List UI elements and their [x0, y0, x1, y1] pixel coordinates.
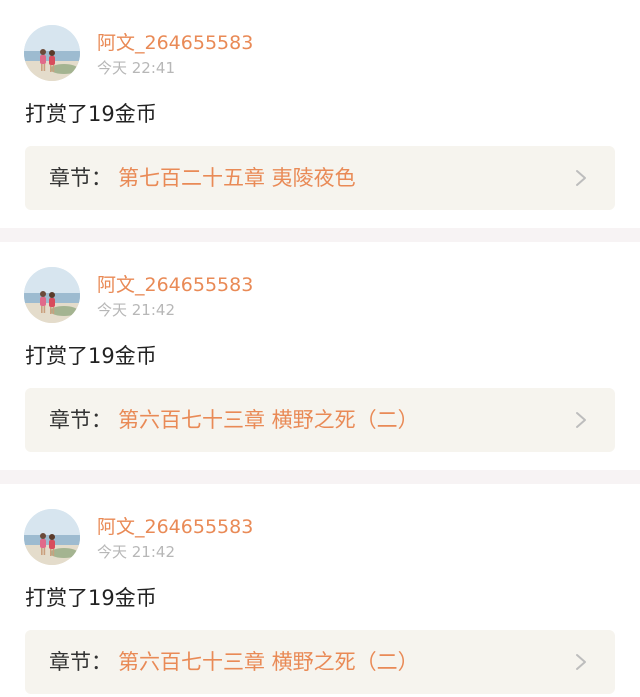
timestamp: 今天 22:41 [97, 59, 175, 77]
avatar[interactable] [24, 509, 80, 565]
avatar-photo-icon [24, 509, 80, 565]
reward-record-card: 阿文_264655583 今天 21:42 打赏了19金币 章节： 第六百七十三… [0, 484, 640, 697]
chevron-right-icon [576, 412, 586, 428]
chapter-title: 第六百七十三章 横野之死（二） [118, 650, 419, 674]
avatar-photo-icon [24, 25, 80, 81]
chapter-title: 第六百七十三章 横野之死（二） [118, 408, 419, 432]
reward-text: 打赏了19金币 [25, 586, 157, 610]
reward-record-card: 阿文_264655583 今天 21:42 打赏了19金币 章节： 第六百七十三… [0, 242, 640, 470]
reward-record-list: 阿文_264655583 今天 22:41 打赏了19金币 章节： 第七百二十五… [0, 0, 640, 697]
timestamp: 今天 21:42 [97, 543, 175, 561]
chapter-prefix: 章节： [49, 408, 112, 432]
username[interactable]: 阿文_264655583 [97, 515, 253, 539]
separator [0, 228, 640, 242]
avatar-photo-icon [24, 267, 80, 323]
chapter-link[interactable]: 章节： 第六百七十三章 横野之死（二） [25, 630, 615, 694]
chapter-prefix: 章节： [49, 650, 112, 674]
chapter-title: 第七百二十五章 夷陵夜色 [118, 166, 356, 190]
chevron-right-icon [576, 654, 586, 670]
chevron-right-icon [576, 170, 586, 186]
avatar[interactable] [24, 267, 80, 323]
chapter-link[interactable]: 章节： 第六百七十三章 横野之死（二） [25, 388, 615, 452]
username[interactable]: 阿文_264655583 [97, 273, 253, 297]
username[interactable]: 阿文_264655583 [97, 31, 253, 55]
reward-text: 打赏了19金币 [25, 344, 157, 368]
reward-record-card: 阿文_264655583 今天 22:41 打赏了19金币 章节： 第七百二十五… [0, 0, 640, 228]
separator [0, 470, 640, 484]
chapter-prefix: 章节： [49, 166, 112, 190]
chapter-link[interactable]: 章节： 第七百二十五章 夷陵夜色 [25, 146, 615, 210]
reward-text: 打赏了19金币 [25, 102, 157, 126]
timestamp: 今天 21:42 [97, 301, 175, 319]
avatar[interactable] [24, 25, 80, 81]
